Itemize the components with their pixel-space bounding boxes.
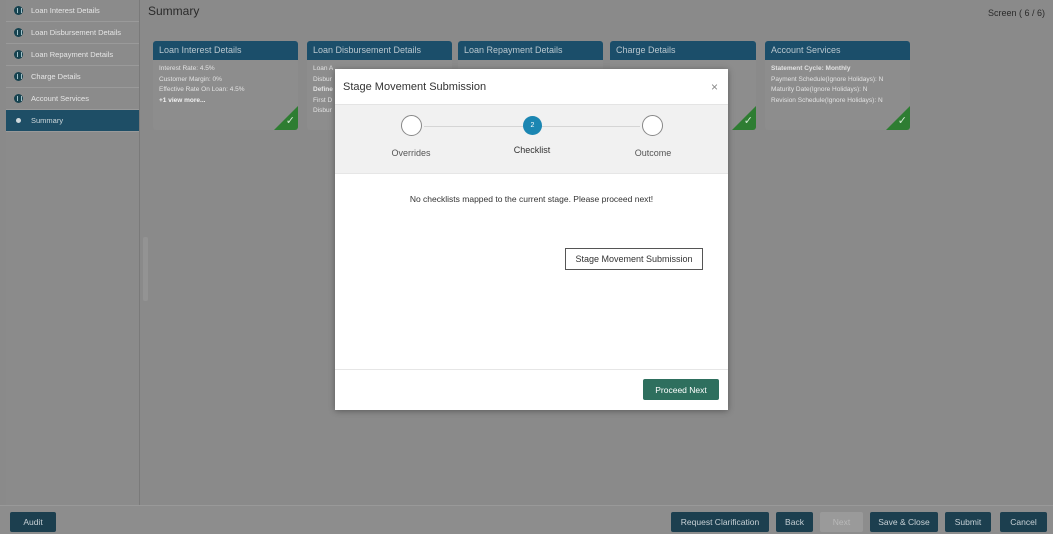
card-line: Customer Margin: 0% (159, 75, 222, 83)
step-status-icon (14, 94, 23, 103)
card-title: Loan Disbursement Details (307, 41, 452, 60)
step-overrides-circle-icon[interactable] (401, 115, 422, 136)
card-loan-interest-details[interactable]: Loan Interest Details Interest Rate: 4.5… (153, 41, 298, 130)
step-connector (542, 126, 640, 127)
footer-bar: Audit Request Clarification Back Next Sa… (0, 505, 1053, 534)
card-body: Statement Cycle: Monthly Payment Schedul… (765, 60, 910, 110)
card-line: Statement Cycle: Monthly (771, 65, 851, 72)
stepper: 2 Overrides Checklist Outcome (335, 105, 728, 174)
sidebar-item-label: Account Services (31, 94, 89, 103)
card-title: Loan Interest Details (153, 41, 298, 60)
card-title: Loan Repayment Details (458, 41, 603, 60)
step-label-outcome: Outcome (634, 148, 672, 158)
step-label-overrides: Overrides (391, 148, 431, 158)
step-status-icon (14, 28, 23, 37)
screen-counter: Screen ( 6 / 6) (987, 8, 1045, 18)
next-button[interactable]: Next (820, 512, 863, 532)
back-button[interactable]: Back (776, 512, 813, 532)
audit-button[interactable]: Audit (10, 512, 56, 532)
step-label-checklist: Checklist (513, 145, 551, 155)
sidebar-item-summary[interactable]: Summary (6, 110, 139, 132)
completed-check-icon: ✓ (274, 106, 298, 130)
card-title: Charge Details (610, 41, 756, 60)
step-status-icon (14, 6, 23, 15)
step-connector (424, 126, 523, 127)
checklist-message: No checklists mapped to the current stag… (409, 194, 654, 204)
modal-footer: Proceed Next (335, 369, 728, 410)
sidebar: Loan Interest Details Loan Disbursement … (6, 0, 140, 505)
step-checklist-circle-icon[interactable]: 2 (523, 116, 542, 135)
card-line: Maturity Date(Ignore Holidays): N (771, 86, 868, 93)
sidebar-item-loan-repayment-details[interactable]: Loan Repayment Details (6, 44, 139, 66)
completed-check-icon: ✓ (886, 106, 910, 130)
card-body: Interest Rate: 4.5% Customer Margin: 0% … (153, 60, 298, 110)
step-status-icon (14, 50, 23, 59)
sidebar-item-label: Summary (31, 116, 64, 125)
modal-title: Stage Movement Submission (343, 80, 487, 93)
close-icon[interactable]: × (711, 80, 718, 94)
proceed-next-button[interactable]: Proceed Next (643, 379, 719, 400)
sidebar-item-loan-interest-details[interactable]: Loan Interest Details (6, 0, 139, 22)
splitter-handle[interactable] (143, 237, 148, 301)
submit-button[interactable]: Submit (945, 512, 991, 532)
card-line: Effective Rate On Loan: 4.5% (159, 86, 245, 93)
sidebar-item-account-services[interactable]: Account Services (6, 88, 139, 110)
card-line: Revision Schedule(Ignore Holidays): N (771, 96, 883, 104)
modal-header: Stage Movement Submission × (335, 69, 728, 105)
sidebar-item-charge-details[interactable]: Charge Details (6, 66, 139, 88)
sidebar-item-label: Loan Interest Details (31, 6, 100, 15)
card-account-services[interactable]: Account Services Statement Cycle: Monthl… (765, 41, 910, 130)
sidebar-item-label: Loan Disbursement Details (31, 28, 122, 37)
sidebar-item-loan-disbursement-details[interactable]: Loan Disbursement Details (6, 22, 139, 44)
page-title: Summary (148, 4, 200, 18)
completed-check-icon: ✓ (732, 106, 756, 130)
tooltip: Stage Movement Submission (565, 248, 703, 270)
card-line: Interest Rate: 4.5% (159, 65, 215, 72)
view-more-link[interactable]: +1 view more... (159, 96, 292, 107)
stage-movement-modal: Stage Movement Submission × 2 Overrides … (335, 69, 728, 410)
sidebar-item-label: Loan Repayment Details (31, 50, 114, 59)
save-close-button[interactable]: Save & Close (870, 512, 938, 532)
sidebar-item-label: Charge Details (31, 72, 81, 81)
cancel-button[interactable]: Cancel (1000, 512, 1047, 532)
current-step-dot-icon (16, 118, 21, 123)
card-title: Account Services (765, 41, 910, 60)
request-clarification-button[interactable]: Request Clarification (671, 512, 769, 532)
step-status-icon (14, 72, 23, 81)
card-line: Payment Schedule(Ignore Holidays): N (771, 75, 884, 83)
step-outcome-circle-icon[interactable] (642, 115, 663, 136)
